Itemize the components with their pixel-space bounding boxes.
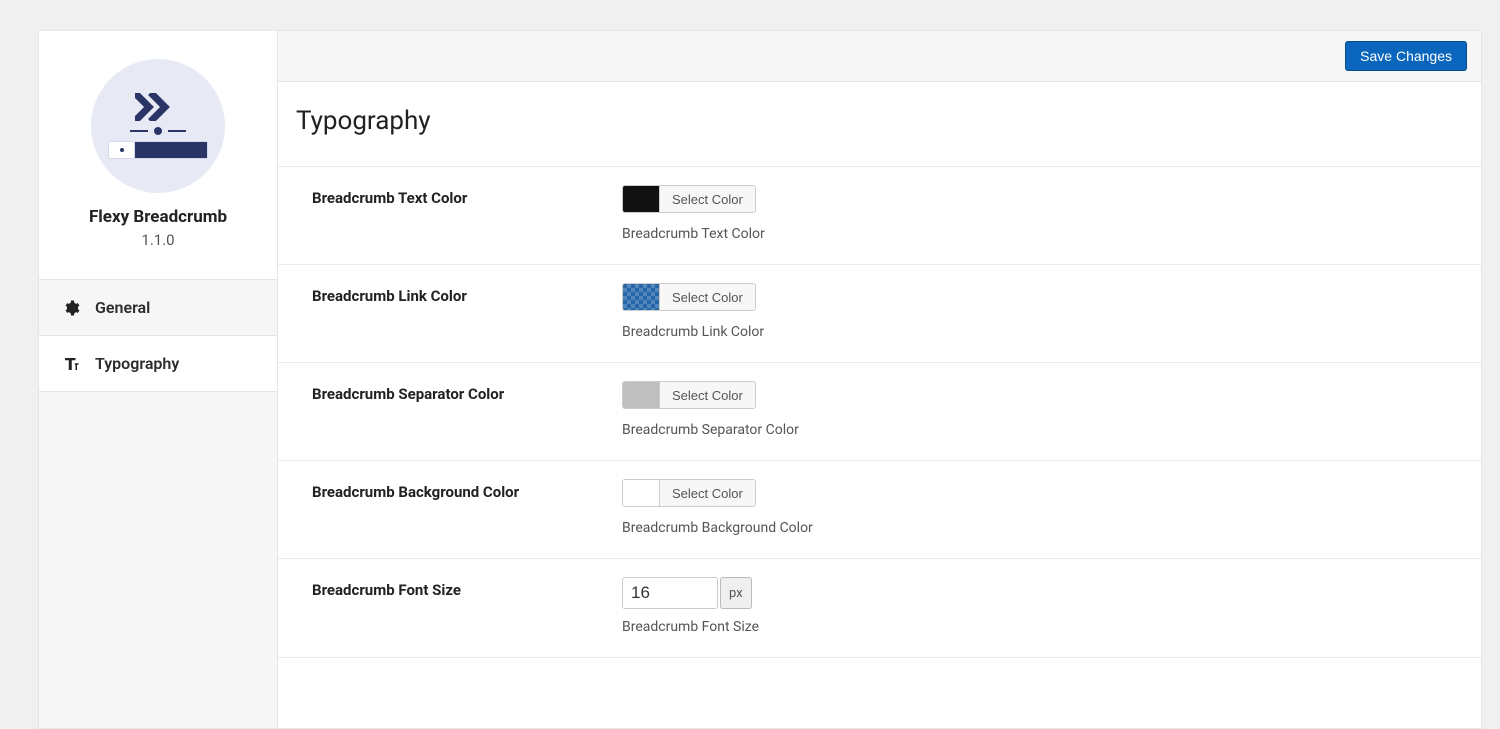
- field-description: Breadcrumb Font Size: [622, 619, 1447, 635]
- field-description: Breadcrumb Background Color: [622, 520, 1447, 536]
- field-control: Select Color Breadcrumb Separator Color: [622, 381, 1447, 438]
- logo-midline-icon: [130, 127, 186, 135]
- field-label: Breadcrumb Background Color: [312, 479, 622, 536]
- font-size-unit: px: [720, 577, 752, 609]
- settings-list: Breadcrumb Text Color Select Color Bread…: [278, 166, 1481, 658]
- plugin-logo: [91, 59, 225, 193]
- color-swatch: [623, 186, 659, 212]
- sidebar-header: Flexy Breadcrumb 1.1.0: [39, 31, 277, 280]
- color-picker-background[interactable]: Select Color: [622, 479, 756, 507]
- row-separator-color: Breadcrumb Separator Color Select Color …: [278, 362, 1481, 460]
- field-description: Breadcrumb Link Color: [622, 324, 1447, 340]
- nav-item-label: Typography: [95, 354, 179, 373]
- color-swatch: [623, 480, 659, 506]
- field-control: Select Color Breadcrumb Text Color: [622, 185, 1447, 242]
- field-control: Select Color Breadcrumb Background Color: [622, 479, 1447, 536]
- row-link-color: Breadcrumb Link Color Select Color Bread…: [278, 264, 1481, 362]
- color-picker-separator[interactable]: Select Color: [622, 381, 756, 409]
- save-button[interactable]: Save Changes: [1345, 41, 1467, 71]
- color-picker-link[interactable]: Select Color: [622, 283, 756, 311]
- app: Flexy Breadcrumb 1.1.0 General Typograph…: [0, 0, 1500, 729]
- nav-item-general[interactable]: General: [39, 280, 277, 336]
- select-color-button[interactable]: Select Color: [659, 382, 755, 408]
- main: Save Changes Typography Breadcrumb Text …: [278, 30, 1482, 729]
- field-control: px Breadcrumb Font Size: [622, 577, 1447, 635]
- logo-chevrons-icon: [135, 93, 181, 121]
- select-color-button[interactable]: Select Color: [659, 284, 755, 310]
- color-swatch: [623, 284, 659, 310]
- field-description: Breadcrumb Text Color: [622, 226, 1447, 242]
- field-label: Breadcrumb Link Color: [312, 283, 622, 340]
- sidebar: Flexy Breadcrumb 1.1.0 General Typograph…: [38, 30, 278, 729]
- field-label: Breadcrumb Text Color: [312, 185, 622, 242]
- sidebar-nav: General Typography: [39, 280, 277, 392]
- gears-icon: [61, 299, 81, 317]
- select-color-button[interactable]: Select Color: [659, 186, 755, 212]
- typography-icon: [61, 355, 81, 373]
- font-size-input[interactable]: [622, 577, 718, 609]
- field-control: Select Color Breadcrumb Link Color: [622, 283, 1447, 340]
- row-font-size: Breadcrumb Font Size px Breadcrumb Font …: [278, 558, 1481, 658]
- field-description: Breadcrumb Separator Color: [622, 422, 1447, 438]
- select-color-button[interactable]: Select Color: [659, 480, 755, 506]
- color-swatch: [623, 382, 659, 408]
- logo-breadcrumb-bar-icon: [108, 141, 208, 159]
- color-picker-text[interactable]: Select Color: [622, 185, 756, 213]
- field-label: Breadcrumb Font Size: [312, 577, 622, 635]
- row-text-color: Breadcrumb Text Color Select Color Bread…: [278, 166, 1481, 264]
- field-label: Breadcrumb Separator Color: [312, 381, 622, 438]
- plugin-title: Flexy Breadcrumb: [49, 207, 267, 227]
- plugin-version: 1.1.0: [49, 231, 267, 249]
- row-background-color: Breadcrumb Background Color Select Color…: [278, 460, 1481, 558]
- nav-item-typography[interactable]: Typography: [39, 336, 277, 392]
- nav-item-label: General: [95, 298, 150, 317]
- page-title: Typography: [278, 82, 1481, 166]
- topbar: Save Changes: [278, 31, 1481, 82]
